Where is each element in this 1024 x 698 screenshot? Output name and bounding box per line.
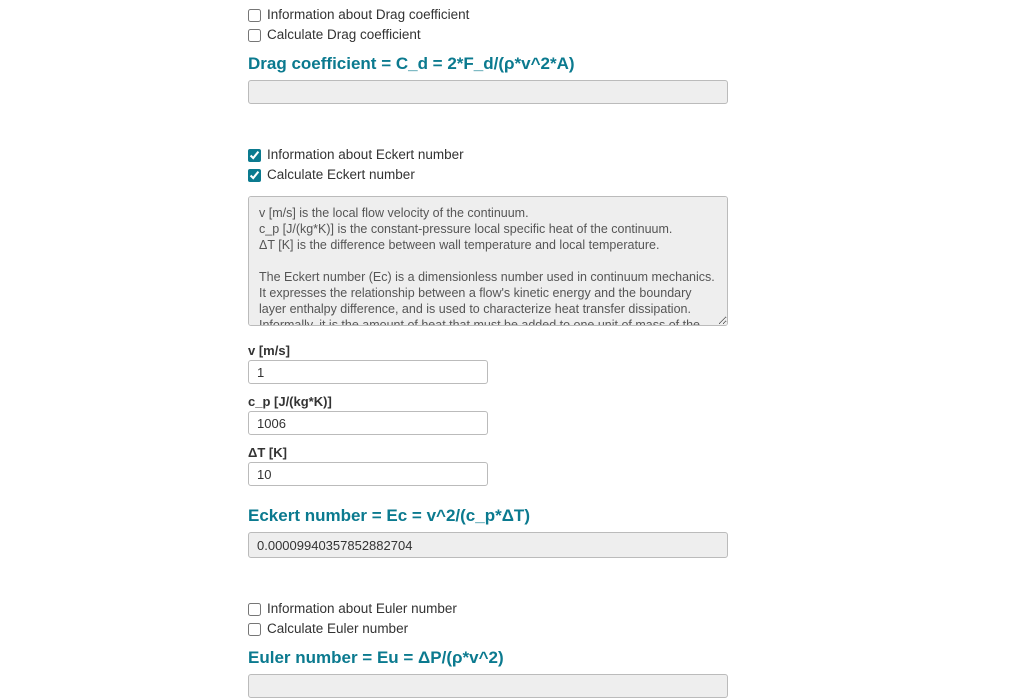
drag-result-box bbox=[248, 80, 728, 104]
eckert-result-box: 0.00009940357852882704 bbox=[248, 532, 728, 558]
eckert-formula-header: Eckert number = Ec = v^2/(c_p*ΔT) bbox=[248, 506, 728, 526]
eckert-dt-label: ΔT [K] bbox=[248, 445, 728, 460]
eckert-cp-label: c_p [J/(kg*K)] bbox=[248, 394, 728, 409]
drag-calc-checkbox-row: Calculate Drag coefficient bbox=[248, 26, 728, 44]
euler-info-checkbox-label[interactable]: Information about Euler number bbox=[267, 600, 457, 618]
eckert-calc-checkbox-label[interactable]: Calculate Eckert number bbox=[267, 166, 415, 184]
eckert-v-input[interactable] bbox=[248, 360, 488, 384]
eckert-info-checkbox-label[interactable]: Information about Eckert number bbox=[267, 146, 464, 164]
eckert-calc-checkbox-row: Calculate Eckert number bbox=[248, 166, 728, 184]
euler-info-checkbox-row: Information about Euler number bbox=[248, 600, 728, 618]
euler-result-box bbox=[248, 674, 728, 698]
eckert-cp-input[interactable] bbox=[248, 411, 488, 435]
eckert-v-label: v [m/s] bbox=[248, 343, 728, 358]
euler-calc-checkbox[interactable] bbox=[248, 623, 261, 636]
eckert-calc-checkbox[interactable] bbox=[248, 169, 261, 182]
drag-info-checkbox[interactable] bbox=[248, 9, 261, 22]
drag-calc-checkbox[interactable] bbox=[248, 29, 261, 42]
eckert-info-checkbox[interactable] bbox=[248, 149, 261, 162]
form-container: Information about Drag coefficient Calcu… bbox=[248, 0, 728, 698]
euler-info-checkbox[interactable] bbox=[248, 603, 261, 616]
drag-info-checkbox-label[interactable]: Information about Drag coefficient bbox=[267, 6, 469, 24]
euler-formula-header: Euler number = Eu = ΔP/(ρ*v^2) bbox=[248, 648, 728, 668]
drag-formula-header: Drag coefficient = C_d = 2*F_d/(ρ*v^2*A) bbox=[248, 54, 728, 74]
euler-calc-checkbox-label[interactable]: Calculate Euler number bbox=[267, 620, 408, 638]
drag-calc-checkbox-label[interactable]: Calculate Drag coefficient bbox=[267, 26, 421, 44]
eckert-info-checkbox-row: Information about Eckert number bbox=[248, 146, 728, 164]
euler-calc-checkbox-row: Calculate Euler number bbox=[248, 620, 728, 638]
eckert-info-textarea[interactable] bbox=[248, 196, 728, 326]
drag-info-checkbox-row: Information about Drag coefficient bbox=[248, 6, 728, 24]
eckert-dt-input[interactable] bbox=[248, 462, 488, 486]
